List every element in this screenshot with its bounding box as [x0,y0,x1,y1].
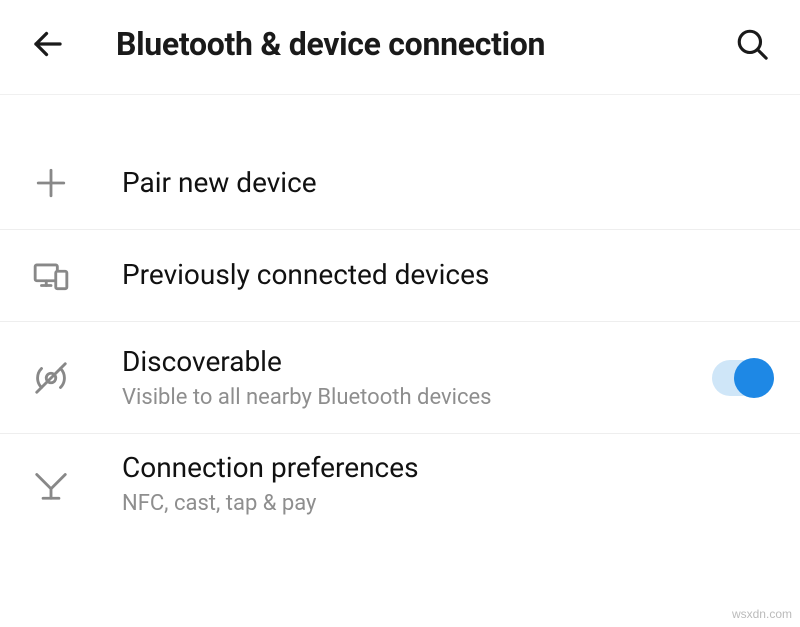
row-text: Discoverable Visible to all nearby Bluet… [122,328,712,427]
row-text: Previously connected devices [122,241,772,309]
row-text: Pair new device [122,149,772,217]
row-title: Connection preferences [122,450,772,486]
back-arrow-icon [30,26,66,62]
settings-list: Pair new device Previously connected dev… [0,137,800,533]
previously-connected-row[interactable]: Previously connected devices [0,229,800,321]
discoverable-row[interactable]: Discoverable Visible to all nearby Bluet… [0,321,800,433]
search-icon [735,27,769,61]
page-title: Bluetooth & device connection [116,25,732,63]
broadcast-icon [28,355,74,401]
row-title: Previously connected devices [122,257,772,293]
toggle-knob [734,358,774,398]
row-title: Pair new device [122,165,772,201]
row-subtitle: NFC, cast, tap & pay [122,491,772,517]
plus-icon [28,160,74,206]
row-text: Connection preferences NFC, cast, tap & … [122,434,772,533]
search-button[interactable] [732,24,772,64]
row-title: Discoverable [122,344,712,380]
row-subtitle: Visible to all nearby Bluetooth devices [122,385,712,411]
antenna-icon [28,461,74,507]
back-button[interactable] [28,24,68,64]
header-bar: Bluetooth & device connection [0,0,800,95]
connection-preferences-row[interactable]: Connection preferences NFC, cast, tap & … [0,433,800,533]
pair-new-device-row[interactable]: Pair new device [0,137,800,229]
discoverable-toggle[interactable] [712,360,772,396]
watermark: wsxdn.com [732,607,792,621]
devices-icon [28,253,74,299]
